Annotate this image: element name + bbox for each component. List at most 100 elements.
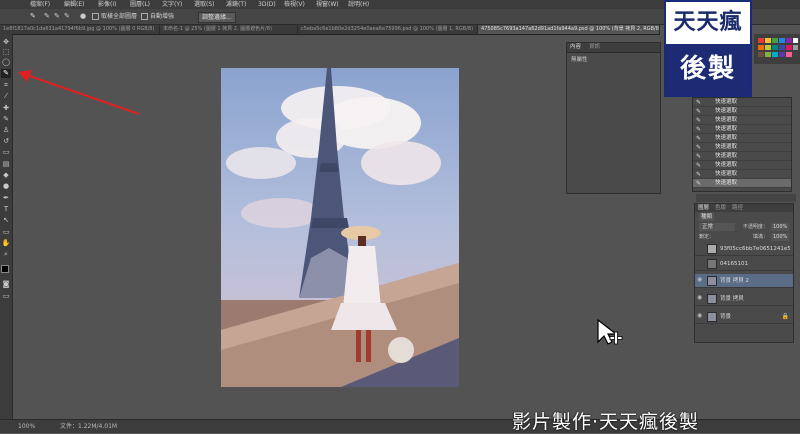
logo-text-bottom: 後製 xyxy=(666,44,750,95)
menu-file[interactable]: 檔案(F) xyxy=(30,0,50,9)
annotation-arrow-icon xyxy=(18,70,140,115)
sample-all-label: 取樣全部圖層 xyxy=(101,13,138,20)
auto-enhance-checkbox[interactable] xyxy=(141,13,148,20)
brush-tool-icon[interactable]: ✎ xyxy=(1,115,11,124)
menu-view[interactable]: 檢視(V) xyxy=(284,0,305,9)
pen-tool-icon[interactable]: ✒ xyxy=(1,194,11,203)
quick-select-history-icon: ✎ xyxy=(696,99,702,106)
sample-all-checkbox[interactable] xyxy=(92,13,99,20)
tab-layers[interactable]: 圖層 xyxy=(698,204,709,212)
logo-text-top: 天天瘋 xyxy=(673,9,743,35)
document-size: 文件：1.22M/4.01M xyxy=(60,423,118,430)
quick-select-history-icon: ✎ xyxy=(696,117,702,124)
layer-row[interactable]: ◉ 背景 拷貝 xyxy=(695,292,793,306)
color-swatch-grid[interactable] xyxy=(754,34,800,64)
history-item[interactable]: ✎ 快速選取 xyxy=(693,170,791,179)
quick-select-history-icon: ✎ xyxy=(696,180,702,187)
mouse-cursor-icon xyxy=(597,318,623,345)
visibility-eye-icon[interactable]: ◉ xyxy=(697,313,703,319)
shape-tool-icon[interactable]: ▭ xyxy=(1,228,11,237)
layers-panel: 圖層 色版 路徑 種類 正常 不透明度： 100% 鎖定： 填滿： 100% 9… xyxy=(694,203,794,343)
menu-filter[interactable]: 濾鏡(T) xyxy=(226,0,246,9)
blur-tool-icon[interactable]: ◆ xyxy=(1,171,11,180)
visibility-eye-icon[interactable]: ◉ xyxy=(697,295,703,301)
subtract-selection-icon[interactable]: ✎ xyxy=(64,12,72,21)
menu-help[interactable]: 說明(H) xyxy=(348,0,369,9)
history-item[interactable]: ✎ 快速選取 xyxy=(693,152,791,161)
properties-panel: 內容 資訊 無屬性 xyxy=(566,42,661,194)
zoom-level[interactable]: 100% xyxy=(18,420,35,433)
menu-layer[interactable]: 圖層(L) xyxy=(130,0,150,9)
layer-row[interactable]: 93f05cc6bb7e0651241e50... xyxy=(695,242,793,256)
eraser-tool-icon[interactable]: ▭ xyxy=(1,148,11,157)
history-item[interactable]: ✎ 快速選取 xyxy=(693,143,791,152)
video-subtitle: 影片製作·天天瘋後製 xyxy=(512,411,700,433)
dodge-tool-icon[interactable]: ● xyxy=(1,182,11,191)
quick-select-history-icon: ✎ xyxy=(696,135,702,142)
history-item[interactable]: ✎ 快速選取 xyxy=(693,107,791,116)
document-tabs: 1e8f1817a0c1da631a41794f6b9.jpg @ 100% (… xyxy=(0,25,660,35)
tab-channels[interactable]: 色版 xyxy=(715,204,726,212)
paris-photo xyxy=(221,68,459,387)
layer-thumbnail xyxy=(707,294,717,304)
menu-edit[interactable]: 編輯(E) xyxy=(64,0,84,9)
tab-document-1[interactable]: 1e8f1817a0c1da631a41794f6b9.jpg @ 100% (… xyxy=(0,25,160,34)
lasso-tool-icon[interactable]: ◯ xyxy=(1,58,11,67)
menu-3d[interactable]: 3D(D) xyxy=(258,0,276,9)
filter-kind-dropdown[interactable]: 種類 xyxy=(699,213,715,221)
fill-input[interactable]: 100% xyxy=(771,233,790,241)
auto-enhance-label: 自動增強 xyxy=(150,13,175,20)
layer-thumbnail xyxy=(707,244,717,254)
document-canvas[interactable] xyxy=(221,68,459,387)
lock-label: 鎖定： xyxy=(699,234,715,240)
gradient-tool-icon[interactable]: ▤ xyxy=(1,160,11,169)
eyedropper-tool-icon[interactable]: ⁄ xyxy=(1,92,11,101)
properties-empty-label: 無屬性 xyxy=(571,57,588,63)
marquee-tool-icon[interactable]: ⬚ xyxy=(1,48,11,57)
hand-tool-icon[interactable]: ✋ xyxy=(1,239,11,248)
menu-window[interactable]: 視窗(W) xyxy=(316,0,339,9)
tab-paths[interactable]: 路徑 xyxy=(732,204,743,212)
foreground-color-swatch[interactable] xyxy=(1,265,9,273)
tab-info[interactable]: 資訊 xyxy=(589,43,600,52)
tools-panel: ✥ ⬚ ◯ ✎ ⌗ ⁄ ✚ ✎ ♙ ↺ ▭ ▤ ◆ ● ✒ T ↖ ▭ ✋ ⌕ … xyxy=(0,34,13,419)
tab-document-4[interactable]: 475085c7693a147a62d91ad1fa944a9.psd @ 10… xyxy=(478,25,660,34)
screen-mode-icon[interactable]: ▭ xyxy=(1,292,11,301)
zoom-tool-icon[interactable]: ⌕ xyxy=(1,250,11,259)
quick-select-tool-icon[interactable]: ✎ xyxy=(30,12,38,21)
menu-image[interactable]: 影像(I) xyxy=(98,0,116,9)
history-item[interactable]: ✎ 快速選取 xyxy=(693,125,791,134)
layer-thumbnail xyxy=(707,259,717,269)
layer-row[interactable]: 04165101 xyxy=(695,257,793,271)
type-tool-icon[interactable]: T xyxy=(1,205,11,214)
tab-properties[interactable]: 內容 xyxy=(570,43,581,52)
menu-type[interactable]: 文字(Y) xyxy=(162,0,182,9)
visibility-eye-icon[interactable]: ◉ xyxy=(697,277,703,283)
history-item[interactable]: ✎ 快速選取 xyxy=(693,134,791,143)
history-item-current[interactable]: ✎ 快速選取 xyxy=(693,179,791,188)
layer-thumbnail xyxy=(707,312,717,322)
quick-mask-icon[interactable]: ◙ xyxy=(1,280,11,289)
new-selection-icon[interactable]: ✎ xyxy=(44,12,52,21)
history-item[interactable]: ✎ 快速選取 xyxy=(693,161,791,170)
add-selection-icon[interactable]: ✎ xyxy=(54,12,62,21)
healing-brush-tool-icon[interactable]: ✚ xyxy=(1,104,11,113)
move-tool-icon[interactable]: ✥ xyxy=(1,38,11,47)
blend-mode-dropdown[interactable]: 正常 xyxy=(699,223,735,231)
layer-row-selected[interactable]: ◉ 背景 拷貝 2 xyxy=(695,274,793,288)
crop-tool-icon[interactable]: ⌗ xyxy=(1,81,11,90)
history-item[interactable]: ✎ 快速選取 xyxy=(693,98,791,107)
clone-stamp-tool-icon[interactable]: ♙ xyxy=(1,126,11,135)
opacity-input[interactable]: 100% xyxy=(771,223,790,231)
history-item[interactable]: ✎ 快速選取 xyxy=(693,116,791,125)
menu-select[interactable]: 選取(S) xyxy=(194,0,215,9)
tab-document-3[interactable]: c5eba5c6e1b80e2d3254e0aea6e75996.psd @ 1… xyxy=(298,25,478,34)
brush-size-icon[interactable]: ● xyxy=(80,12,88,21)
path-selection-tool-icon[interactable]: ↖ xyxy=(1,216,11,225)
layer-row[interactable]: ◉ 背景 🔒 xyxy=(695,310,793,324)
tab-document-2[interactable]: 未命名-1 @ 25% (圖層 1 拷貝 2, 圖層遮色片/8) xyxy=(160,25,298,34)
layer-thumbnail xyxy=(707,276,717,286)
history-brush-tool-icon[interactable]: ↺ xyxy=(1,137,11,146)
quick-selection-tool-icon[interactable]: ✎ xyxy=(1,69,11,78)
refine-edge-button[interactable]: 調整邊緣... xyxy=(198,12,236,23)
